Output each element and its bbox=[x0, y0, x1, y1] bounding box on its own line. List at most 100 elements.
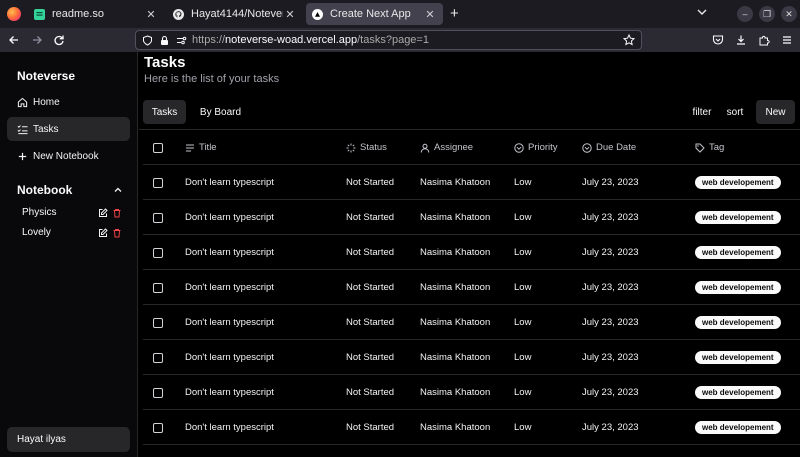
url-protocol: https:// bbox=[192, 34, 226, 46]
text-align-icon bbox=[186, 144, 194, 151]
delete-trash-icon[interactable] bbox=[112, 208, 122, 218]
task-title[interactable]: Don't learn typescript bbox=[185, 375, 274, 410]
task-due-date: July 23, 2023 bbox=[582, 387, 639, 398]
table-row[interactable]: Don't learn typescript Not Started Nasima … bbox=[143, 340, 800, 375]
task-title[interactable]: Don't learn typescript bbox=[185, 200, 274, 235]
restore-icon[interactable]: ❐ bbox=[759, 6, 775, 22]
user-profile-button[interactable]: Hayat ilyas bbox=[7, 427, 130, 452]
task-priority: Low bbox=[514, 282, 532, 293]
close-window-icon[interactable]: ✕ bbox=[781, 6, 797, 22]
task-assignee: Nasima Khatoon bbox=[420, 177, 491, 188]
tracking-shield-icon[interactable] bbox=[142, 34, 153, 46]
tab-label: By Board bbox=[199, 106, 242, 118]
task-assignee: Nasima Khatoon bbox=[420, 387, 491, 398]
column-header-tag[interactable]: Tag bbox=[695, 130, 724, 165]
sort-button[interactable]: sort bbox=[722, 100, 748, 124]
column-header-due-date[interactable]: Due Date bbox=[582, 130, 636, 165]
loader-icon bbox=[346, 143, 356, 152]
task-status: Not Started bbox=[346, 212, 395, 223]
readme-favicon-icon bbox=[34, 8, 45, 20]
column-label: Status bbox=[360, 142, 387, 153]
sidebar-item-tasks[interactable]: Tasks bbox=[7, 117, 130, 141]
column-label: Due Date bbox=[596, 142, 637, 153]
bookmark-star-icon[interactable] bbox=[623, 34, 635, 46]
new-task-button[interactable]: New bbox=[756, 100, 795, 124]
task-due-date: July 23, 2023 bbox=[582, 352, 639, 363]
task-tag-badge: web developement bbox=[695, 176, 781, 189]
home-icon bbox=[17, 97, 28, 107]
task-tag-badge: web developement bbox=[695, 421, 781, 434]
task-tag-badge: web developement bbox=[695, 246, 781, 259]
tab-close-icon[interactable]: ✕ bbox=[423, 8, 437, 21]
column-label: Assignee bbox=[434, 142, 474, 153]
tab-close-icon[interactable]: ✕ bbox=[144, 8, 158, 21]
permissions-icon[interactable] bbox=[176, 35, 187, 46]
table-row[interactable]: Don't learn typescript Not Started Nasima … bbox=[143, 270, 800, 305]
table-row[interactable]: Don't learn typescript Not Started Nasima … bbox=[143, 200, 800, 235]
browser-tab-next-app[interactable]: Create Next App ✕ bbox=[306, 3, 443, 25]
row-checkbox[interactable] bbox=[153, 423, 163, 433]
row-checkbox[interactable] bbox=[153, 388, 163, 398]
row-checkbox[interactable] bbox=[153, 178, 163, 188]
task-priority: Low bbox=[514, 212, 532, 223]
notebook-item-lovely[interactable]: Lovely bbox=[22, 227, 122, 238]
row-checkbox[interactable] bbox=[153, 318, 163, 328]
sidebar: Noteverse Home Tasks New Notebook Notebo… bbox=[0, 52, 138, 457]
sidebar-item-new-notebook[interactable]: New Notebook bbox=[7, 144, 130, 168]
button-label: sort bbox=[726, 106, 744, 118]
minimize-icon[interactable]: – bbox=[737, 6, 753, 22]
url-bar[interactable]: https://noteverse-woad.vercel.app/tasks?… bbox=[135, 30, 642, 50]
table-row[interactable]: Don't learn typescript Not Started Nasima … bbox=[143, 410, 800, 445]
table-row[interactable]: Don't learn typescript Not Started Nasima … bbox=[143, 165, 800, 200]
app-menu-icon[interactable] bbox=[779, 32, 795, 48]
column-header-priority[interactable]: Priority bbox=[514, 130, 558, 165]
firefox-logo-icon[interactable] bbox=[7, 7, 21, 21]
task-title[interactable]: Don't learn typescript bbox=[185, 410, 274, 445]
table-row[interactable]: Don't learn typescript Not Started Nasima … bbox=[143, 375, 800, 410]
edit-icon[interactable] bbox=[98, 207, 108, 218]
browser-tabbar: readme.so ✕ Hayat4144/Noteverse: N ✕ Cre… bbox=[0, 0, 800, 28]
reload-icon[interactable] bbox=[51, 32, 67, 48]
task-title[interactable]: Don't learn typescript bbox=[185, 340, 274, 375]
browser-tab-readme[interactable]: readme.so ✕ bbox=[28, 3, 164, 25]
list-tabs-chevron-icon[interactable] bbox=[696, 5, 708, 19]
column-header-title[interactable]: Title bbox=[185, 130, 217, 165]
select-all-checkbox[interactable] bbox=[153, 143, 163, 153]
tab-by-board[interactable]: By Board bbox=[193, 100, 248, 124]
row-checkbox[interactable] bbox=[153, 248, 163, 258]
tag-icon bbox=[695, 143, 705, 153]
delete-trash-icon[interactable] bbox=[112, 228, 122, 238]
task-tag-badge: web developement bbox=[695, 351, 781, 364]
sidebar-item-home[interactable]: Home bbox=[7, 90, 130, 114]
task-title[interactable]: Don't learn typescript bbox=[185, 165, 274, 200]
task-title[interactable]: Don't learn typescript bbox=[185, 270, 274, 305]
filter-button[interactable]: filter bbox=[688, 100, 716, 124]
lock-icon[interactable] bbox=[159, 35, 170, 46]
row-checkbox[interactable] bbox=[153, 213, 163, 223]
row-checkbox[interactable] bbox=[153, 353, 163, 363]
brand-title: Noteverse bbox=[17, 69, 76, 83]
chevron-up-icon[interactable] bbox=[113, 185, 123, 195]
tab-close-icon[interactable]: ✕ bbox=[283, 8, 297, 21]
table-row[interactable]: Don't learn typescript Not Started Nasima … bbox=[143, 305, 800, 340]
row-checkbox[interactable] bbox=[153, 283, 163, 293]
notebook-item-physics[interactable]: Physics bbox=[22, 207, 122, 218]
edit-icon[interactable] bbox=[98, 227, 108, 238]
back-arrow-icon[interactable] bbox=[6, 32, 22, 48]
browser-tab-github[interactable]: Hayat4144/Noteverse: N ✕ bbox=[167, 3, 303, 25]
sidebar-item-label: New Notebook bbox=[33, 150, 99, 162]
table-row[interactable]: Don't learn typescript Not Started Nasima … bbox=[143, 235, 800, 270]
task-title[interactable]: Don't learn typescript bbox=[185, 235, 274, 270]
task-priority: Low bbox=[514, 352, 532, 363]
notebook-heading: Notebook bbox=[17, 183, 73, 197]
notebook-section-header[interactable]: Notebook bbox=[17, 183, 123, 197]
tab-tasks[interactable]: Tasks bbox=[143, 100, 186, 124]
column-header-assignee[interactable]: Assignee bbox=[420, 130, 473, 165]
downloads-icon[interactable] bbox=[733, 32, 749, 48]
column-header-status[interactable]: Status bbox=[346, 130, 387, 165]
pocket-icon[interactable] bbox=[710, 32, 726, 48]
task-title[interactable]: Don't learn typescript bbox=[185, 305, 274, 340]
extensions-icon[interactable] bbox=[756, 32, 772, 48]
new-tab-plus-icon[interactable]: + bbox=[450, 5, 459, 22]
forward-arrow-icon[interactable] bbox=[29, 32, 45, 48]
